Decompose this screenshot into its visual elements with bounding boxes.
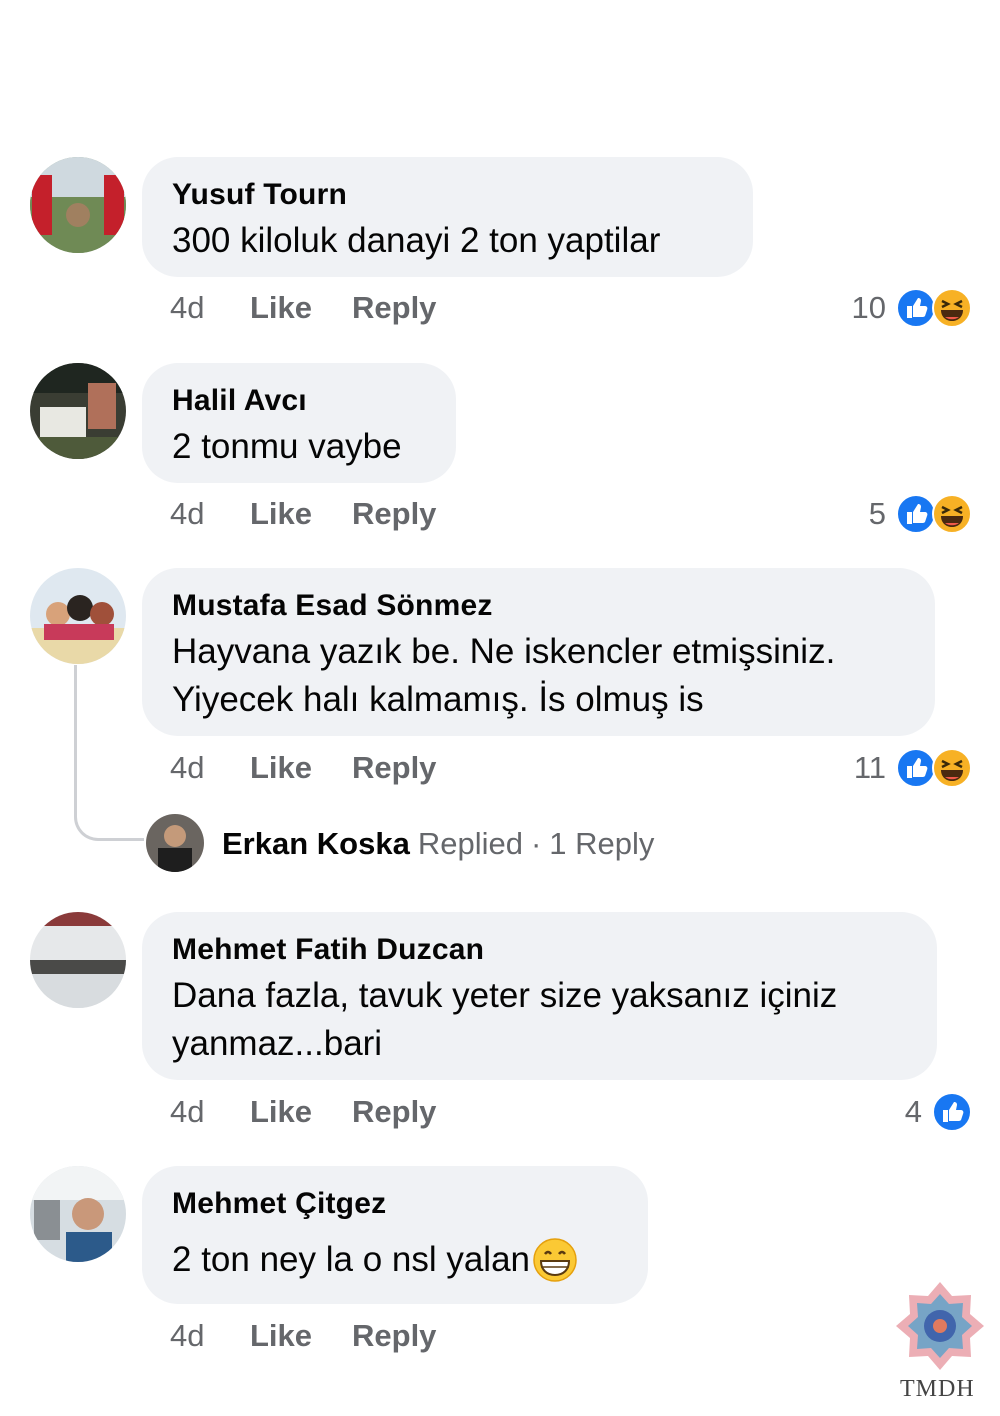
reaction-count: 4 (904, 1094, 922, 1129)
reaction-count: 11 (853, 750, 886, 785)
like-icon (896, 288, 936, 328)
avatar-mustafa-esad-sonmez[interactable] (30, 568, 126, 664)
avatar-mehmet-citgez[interactable] (30, 1166, 126, 1262)
grinning-face-icon (533, 1238, 577, 1282)
avatar-yusuf-tourn[interactable] (30, 157, 126, 253)
like-icon (896, 494, 936, 534)
comment-text-line: Yiyecek halı kalmamış. İs olmuş is (172, 680, 704, 719)
like-button[interactable]: Like (250, 290, 352, 326)
reaction-summary[interactable]: 4 (905, 1090, 972, 1134)
comment-bubble: Mehmet Fatih Duzcan Dana fazla, tavuk ye… (142, 912, 937, 1080)
reaction-summary[interactable]: 5 (869, 492, 972, 536)
timestamp[interactable]: 4d (170, 1318, 250, 1354)
comment-text-row: 2 ton ney la o nsl yalan (172, 1236, 618, 1284)
comment-bubble: Mustafa Esad Sönmez Hayvana yazık be. Ne… (142, 568, 935, 736)
comment-text: 2 tonmu vaybe (172, 427, 402, 466)
watermark-logo (896, 1282, 984, 1370)
commenter-name[interactable]: Mehmet Fatih Duzcan (172, 932, 907, 968)
reply-button[interactable]: Reply (352, 496, 436, 532)
timestamp[interactable]: 4d (170, 290, 250, 326)
haha-icon (932, 494, 972, 534)
timestamp[interactable]: 4d (170, 496, 250, 532)
comment-text-line: yanmaz...bari (172, 1024, 383, 1063)
like-button[interactable]: Like (250, 496, 352, 532)
like-button[interactable]: Like (250, 1318, 352, 1354)
comment-bubble: Halil Avcı 2 tonmu vaybe (142, 363, 456, 483)
like-button[interactable]: Like (250, 1094, 352, 1130)
reply-button[interactable]: Reply (352, 750, 436, 786)
reply-button[interactable]: Reply (352, 290, 436, 326)
comment-actions: 4d Like Reply (170, 1092, 436, 1132)
like-icon (896, 748, 936, 788)
reply-button[interactable]: Reply (352, 1094, 436, 1130)
comment-actions: 4d Like Reply (170, 1316, 436, 1356)
comment-text-line: Hayvana yazık be. Ne iskencler etmişsini… (172, 632, 836, 671)
commenter-name[interactable]: Yusuf Tourn (172, 177, 723, 213)
separator-dot: · (530, 826, 542, 861)
comment-text-line: Dana fazla, tavuk yeter size yaksanız iç… (172, 976, 838, 1015)
reply-count-label: 1 Reply (549, 826, 655, 861)
like-button[interactable]: Like (250, 750, 352, 786)
haha-icon (932, 748, 972, 788)
watermark-text: TMDH (900, 1376, 975, 1402)
like-icon (932, 1092, 972, 1132)
comment-actions: 4d Like Reply (170, 288, 436, 328)
reaction-count: 10 (851, 290, 886, 325)
replier-name: Erkan Koska (222, 826, 410, 861)
replied-label: Replied (417, 826, 523, 861)
comment-text: 300 kiloluk danayi 2 ton yaptilar (172, 221, 661, 260)
haha-icon (932, 288, 972, 328)
commenter-name[interactable]: Mehmet Çitgez (172, 1186, 618, 1222)
comment-bubble: Mehmet Çitgez 2 ton ney la o nsl yalan (142, 1166, 648, 1304)
commenter-name[interactable]: Mustafa Esad Sönmez (172, 588, 905, 624)
comment-bubble: Yusuf Tourn 300 kiloluk danayi 2 ton yap… (142, 157, 753, 277)
avatar-halil-avci[interactable] (30, 363, 126, 459)
timestamp[interactable]: 4d (170, 1094, 250, 1130)
avatar-mehmet-fatih-duzcan[interactable] (30, 912, 126, 1008)
reaction-summary[interactable]: 11 (854, 746, 972, 790)
view-replies-link[interactable]: Erkan Koska Replied · 1 Reply (222, 822, 654, 866)
comment-actions: 4d Like Reply (170, 748, 436, 788)
comment-text: 2 ton ney la o nsl yalan (172, 1240, 531, 1279)
timestamp[interactable]: 4d (170, 750, 250, 786)
reaction-count: 5 (868, 496, 886, 531)
reply-thread-line (74, 665, 144, 841)
reply-button[interactable]: Reply (352, 1318, 436, 1354)
comment-actions: 4d Like Reply (170, 494, 436, 534)
reaction-summary[interactable]: 10 (852, 286, 972, 330)
avatar-erkan-koska[interactable] (146, 814, 204, 872)
commenter-name[interactable]: Halil Avcı (172, 383, 426, 419)
